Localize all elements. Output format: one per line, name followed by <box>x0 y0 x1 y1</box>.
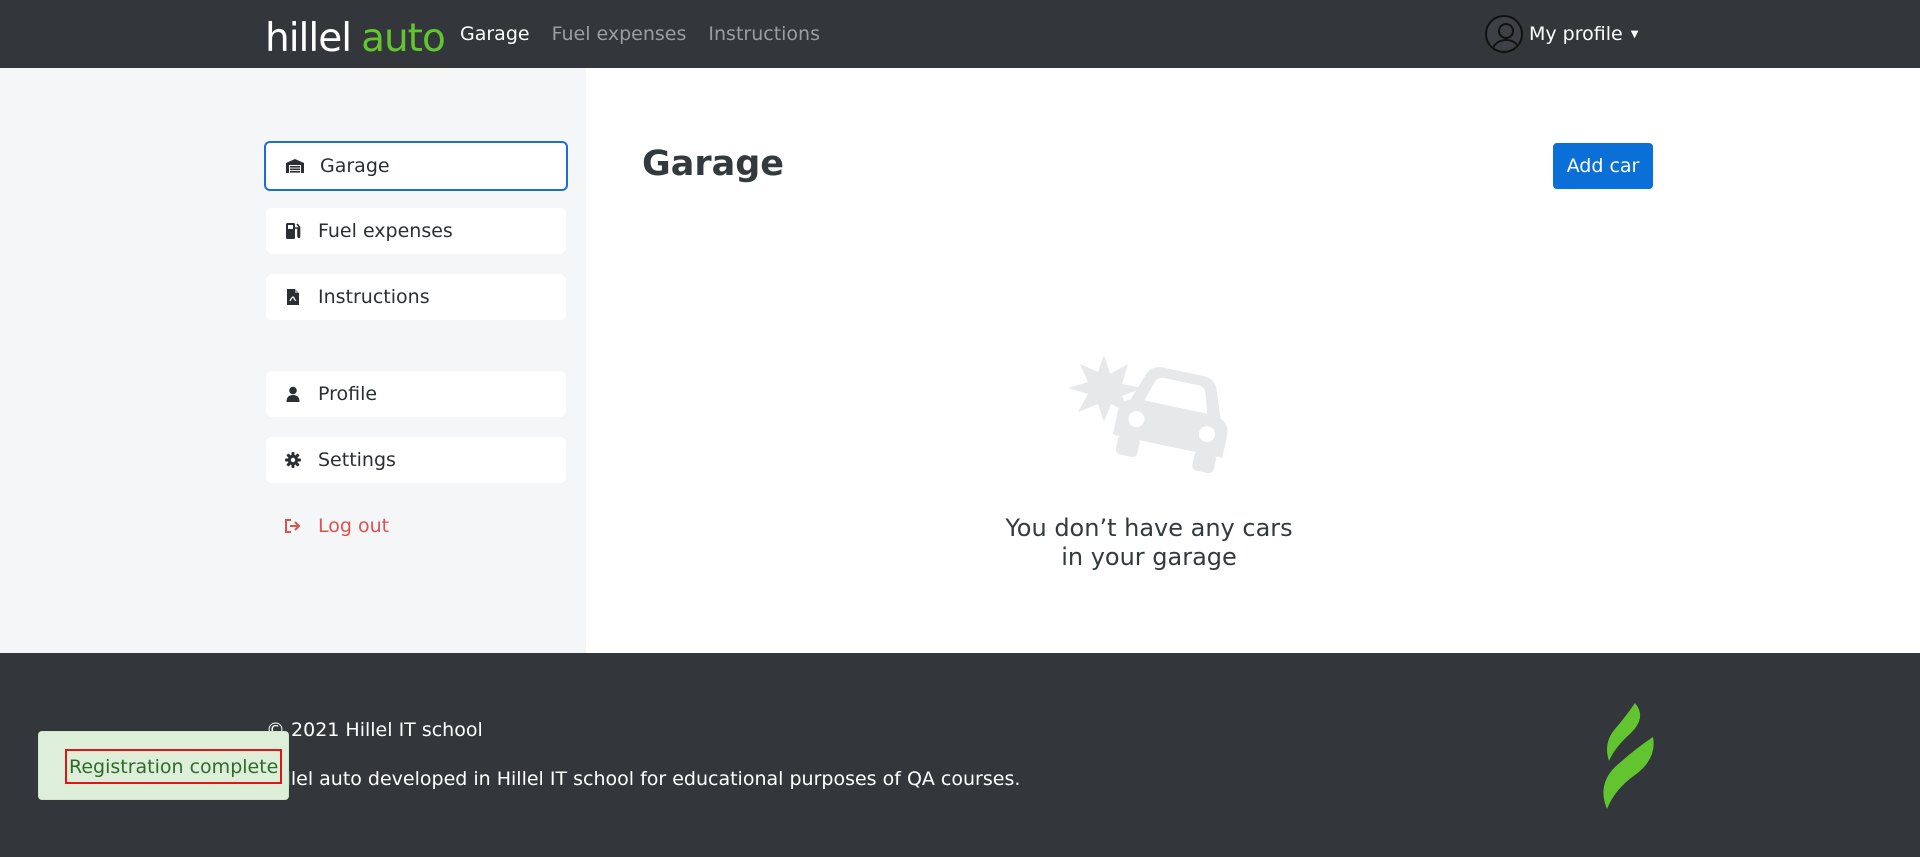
user-icon <box>282 384 304 404</box>
nav-link-instructions[interactable]: Instructions <box>708 23 820 45</box>
sidebar-item-label: Garage <box>320 155 390 177</box>
gear-icon <box>282 450 304 470</box>
pdf-file-icon <box>282 287 304 307</box>
toast-message: Registration complete <box>65 749 283 784</box>
caret-down-icon: ▼ <box>1630 28 1639 40</box>
footer-description: Hillel auto developed in Hillel IT schoo… <box>266 768 1021 790</box>
hillel-auto-logo[interactable]: hillel auto <box>265 10 446 61</box>
sidebar-item-label: Log out <box>318 515 390 537</box>
garage-icon <box>284 156 306 176</box>
main-content: Garage Add car You don’t have any cars i… <box>586 68 1920 653</box>
sidebar-item-logout[interactable]: Log out <box>266 503 566 549</box>
hillel-flame-logo-icon <box>1603 703 1654 809</box>
nav-link-fuel-expenses[interactable]: Fuel expenses <box>552 23 687 45</box>
sidebar-item-label: Profile <box>318 383 378 405</box>
empty-garage-message: You don’t have any cars in your garage <box>964 514 1334 572</box>
my-profile-dropdown[interactable]: My profile ▼ <box>1485 14 1638 54</box>
sidebar-item-instructions[interactable]: Instructions <box>266 274 566 320</box>
success-toast: Registration complete <box>38 731 289 800</box>
sidebar-item-label: Settings <box>318 449 396 471</box>
empty-message-line1: You don’t have any cars <box>1005 514 1293 542</box>
user-avatar-icon <box>1485 15 1523 53</box>
page-title: Garage <box>642 144 785 184</box>
car-crash-icon <box>1068 355 1228 474</box>
sidebar: Garage Fuel expenses Instructions Profil… <box>0 68 586 653</box>
sidebar-item-label: Fuel expenses <box>318 220 453 242</box>
add-car-button[interactable]: Add car <box>1553 143 1653 189</box>
sidebar-item-profile[interactable]: Profile <box>266 371 566 417</box>
main-nav: Garage Fuel expenses Instructions <box>460 0 842 68</box>
sidebar-item-settings[interactable]: Settings <box>266 437 566 483</box>
copyright-text: © 2021 Hillel IT school <box>266 719 483 741</box>
fuel-icon <box>282 221 304 241</box>
logo-auto-text: auto <box>361 16 446 61</box>
top-navbar: hillel auto Garage Fuel expenses Instruc… <box>0 0 1920 68</box>
logo-hillel-text: hillel <box>265 16 352 61</box>
sidebar-item-label: Instructions <box>318 286 430 308</box>
logout-icon <box>282 516 304 536</box>
nav-link-garage[interactable]: Garage <box>460 23 530 45</box>
sidebar-item-garage[interactable]: Garage <box>264 141 568 191</box>
sidebar-item-fuel-expenses[interactable]: Fuel expenses <box>266 208 566 254</box>
my-profile-label: My profile <box>1529 23 1623 45</box>
empty-message-line2: in your garage <box>1061 543 1237 571</box>
